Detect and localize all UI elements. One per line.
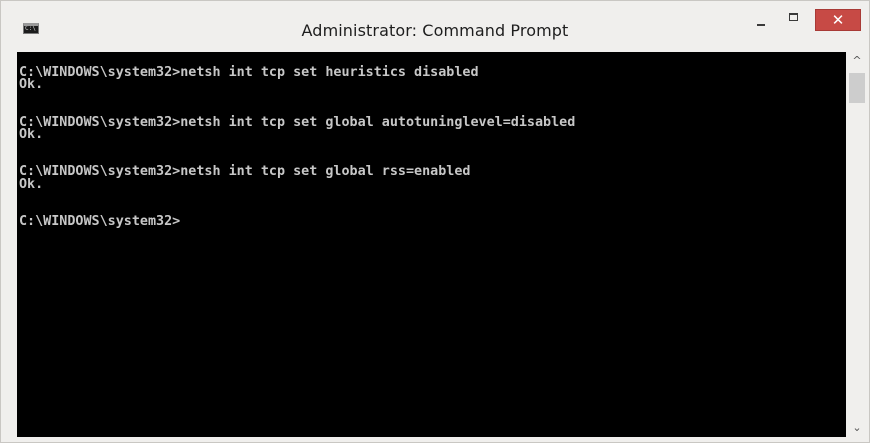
command-prompt-window: C:\ Administrator: Command Prompt ✕ C:\W…: [0, 0, 870, 443]
scroll-up-arrow-icon[interactable]: ^: [846, 52, 868, 70]
console-output[interactable]: C:\WINDOWS\system32>netsh int tcp set he…: [17, 52, 846, 437]
scroll-down-arrow-icon[interactable]: ⌄: [846, 419, 868, 437]
minimize-button[interactable]: [747, 9, 775, 35]
window-title: Administrator: Command Prompt: [301, 21, 569, 40]
console-line: C:\WINDOWS\system32>netsh int tcp set gl…: [19, 164, 471, 180]
console-line: Ok.: [19, 176, 44, 192]
scrollbar-thumb[interactable]: [849, 73, 865, 103]
window-bottom-edge: [17, 437, 868, 442]
maximize-button[interactable]: [781, 9, 807, 35]
console-text: C:\WINDOWS\system32>netsh int tcp set he…: [17, 52, 846, 228]
maximize-icon: [789, 13, 798, 21]
console-line: C:\WINDOWS\system32>: [19, 213, 181, 229]
close-icon: ✕: [831, 11, 845, 29]
console-line: C:\WINDOWS\system32>netsh int tcp set he…: [19, 65, 479, 80]
title-bar[interactable]: C:\ Administrator: Command Prompt ✕: [1, 1, 869, 51]
vertical-scrollbar[interactable]: ^ ⌄: [846, 52, 868, 437]
console-line: Ok.: [19, 127, 44, 143]
console-line: Ok.: [19, 77, 44, 93]
close-button[interactable]: ✕: [815, 9, 861, 31]
minimize-icon: [757, 24, 765, 26]
console-line: C:\WINDOWS\system32>netsh int tcp set gl…: [19, 114, 576, 130]
